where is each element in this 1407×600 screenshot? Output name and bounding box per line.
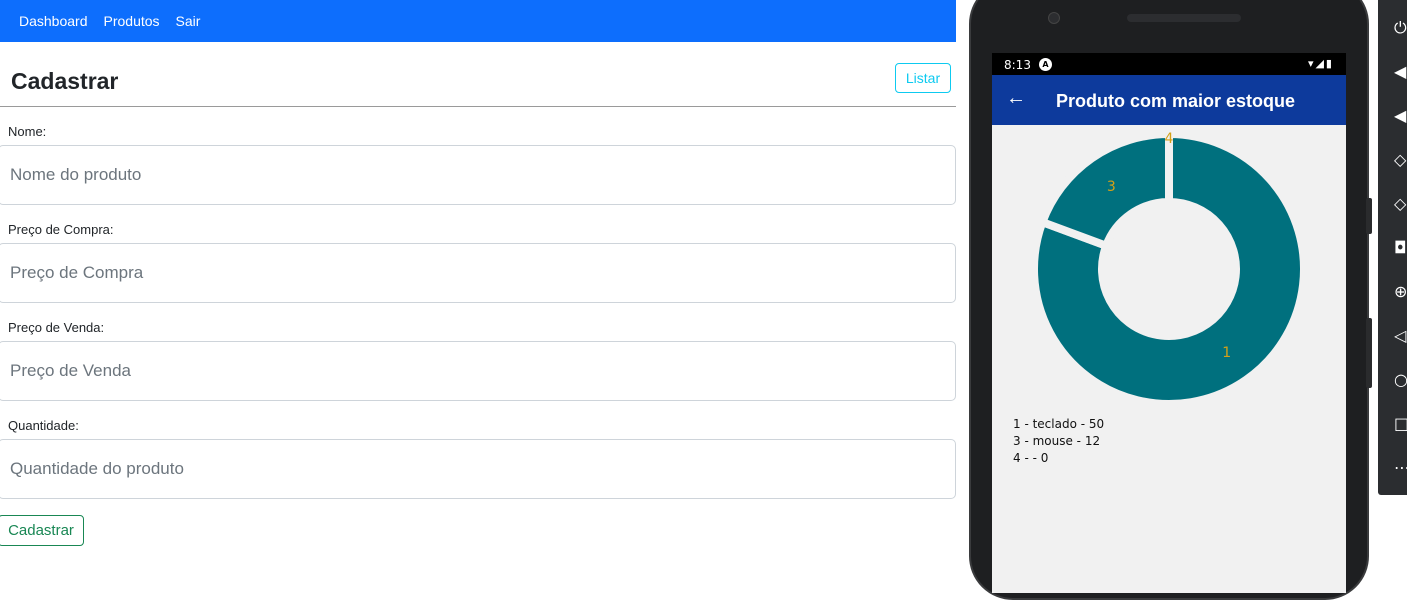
preco-compra-input[interactable] [0, 243, 956, 303]
power-icon[interactable]: ⏻ [1394, 18, 1407, 38]
status-time: 8:13 [1004, 58, 1031, 72]
preco-venda-input[interactable] [0, 341, 956, 401]
legend-item: 3 - mouse - 12 [1013, 434, 1101, 448]
donut-chart: 1 3 4 [1030, 129, 1308, 408]
side-button [1366, 318, 1372, 388]
phone-screen: 8:13 A ▾◢▮ ← Produto com maior estoque 1… [992, 53, 1346, 593]
preco-venda-label: Preço de Venda: [8, 320, 105, 335]
more-icon[interactable]: ⋯ [1394, 458, 1407, 478]
nav-sair[interactable]: Sair [176, 13, 201, 29]
nome-input[interactable] [0, 145, 956, 205]
chart-legend: 1 - teclado - 50 3 - mouse - 12 4 - - 0 [1013, 416, 1104, 467]
page-title: Cadastrar [11, 68, 119, 94]
nome-label: Nome: [8, 124, 47, 139]
app-bar: ← Produto com maior estoque [992, 75, 1346, 125]
camera-dot [1048, 12, 1060, 24]
home-icon[interactable]: ○ [1394, 370, 1407, 390]
cadastrar-button[interactable]: Cadastrar [0, 515, 84, 546]
notification-icon: A [1039, 58, 1052, 71]
speaker-grille [1127, 14, 1241, 22]
listar-button[interactable]: Listar [895, 63, 951, 93]
rotate-left-icon[interactable]: ◇ [1394, 150, 1407, 170]
legend-item: 1 - teclado - 50 [1013, 417, 1105, 431]
overview-icon[interactable]: □ [1394, 414, 1407, 434]
quantidade-input[interactable] [0, 439, 956, 499]
volume-up-icon[interactable]: ◀ [1394, 62, 1407, 82]
rotate-right-icon[interactable]: ◇ [1394, 194, 1407, 214]
navbar: Dashboard Produtos Sair [0, 0, 956, 42]
preco-compra-label: Preço de Compra: [8, 222, 114, 237]
pie-slice-3 [1037, 129, 1173, 251]
system-status-icons: ▾◢▮ [1307, 57, 1334, 70]
quantidade-label: Quantidade: [8, 418, 79, 433]
arrow-left-icon[interactable]: ← [1006, 87, 1026, 110]
slice-label-4: 4 [1165, 131, 1174, 147]
slice-label-1: 1 [1222, 345, 1231, 361]
divider [0, 106, 956, 107]
slice-label-3: 3 [1107, 179, 1116, 195]
back-icon[interactable]: ◁ [1394, 326, 1407, 346]
legend-item: 4 - - 0 [1013, 451, 1049, 465]
status-bar: 8:13 A ▾◢▮ [992, 53, 1346, 75]
zoom-icon[interactable]: ⊕ [1394, 282, 1407, 302]
nav-dashboard[interactable]: Dashboard [19, 13, 88, 29]
side-button [1366, 198, 1372, 234]
volume-down-icon[interactable]: ◀ [1394, 106, 1407, 126]
web-app: Dashboard Produtos Sair Cadastrar Listar… [0, 0, 956, 570]
appbar-title: Produto com maior estoque [1056, 91, 1296, 111]
nav-produtos[interactable]: Produtos [104, 13, 160, 29]
camera-icon[interactable]: ◘ [1394, 238, 1407, 258]
